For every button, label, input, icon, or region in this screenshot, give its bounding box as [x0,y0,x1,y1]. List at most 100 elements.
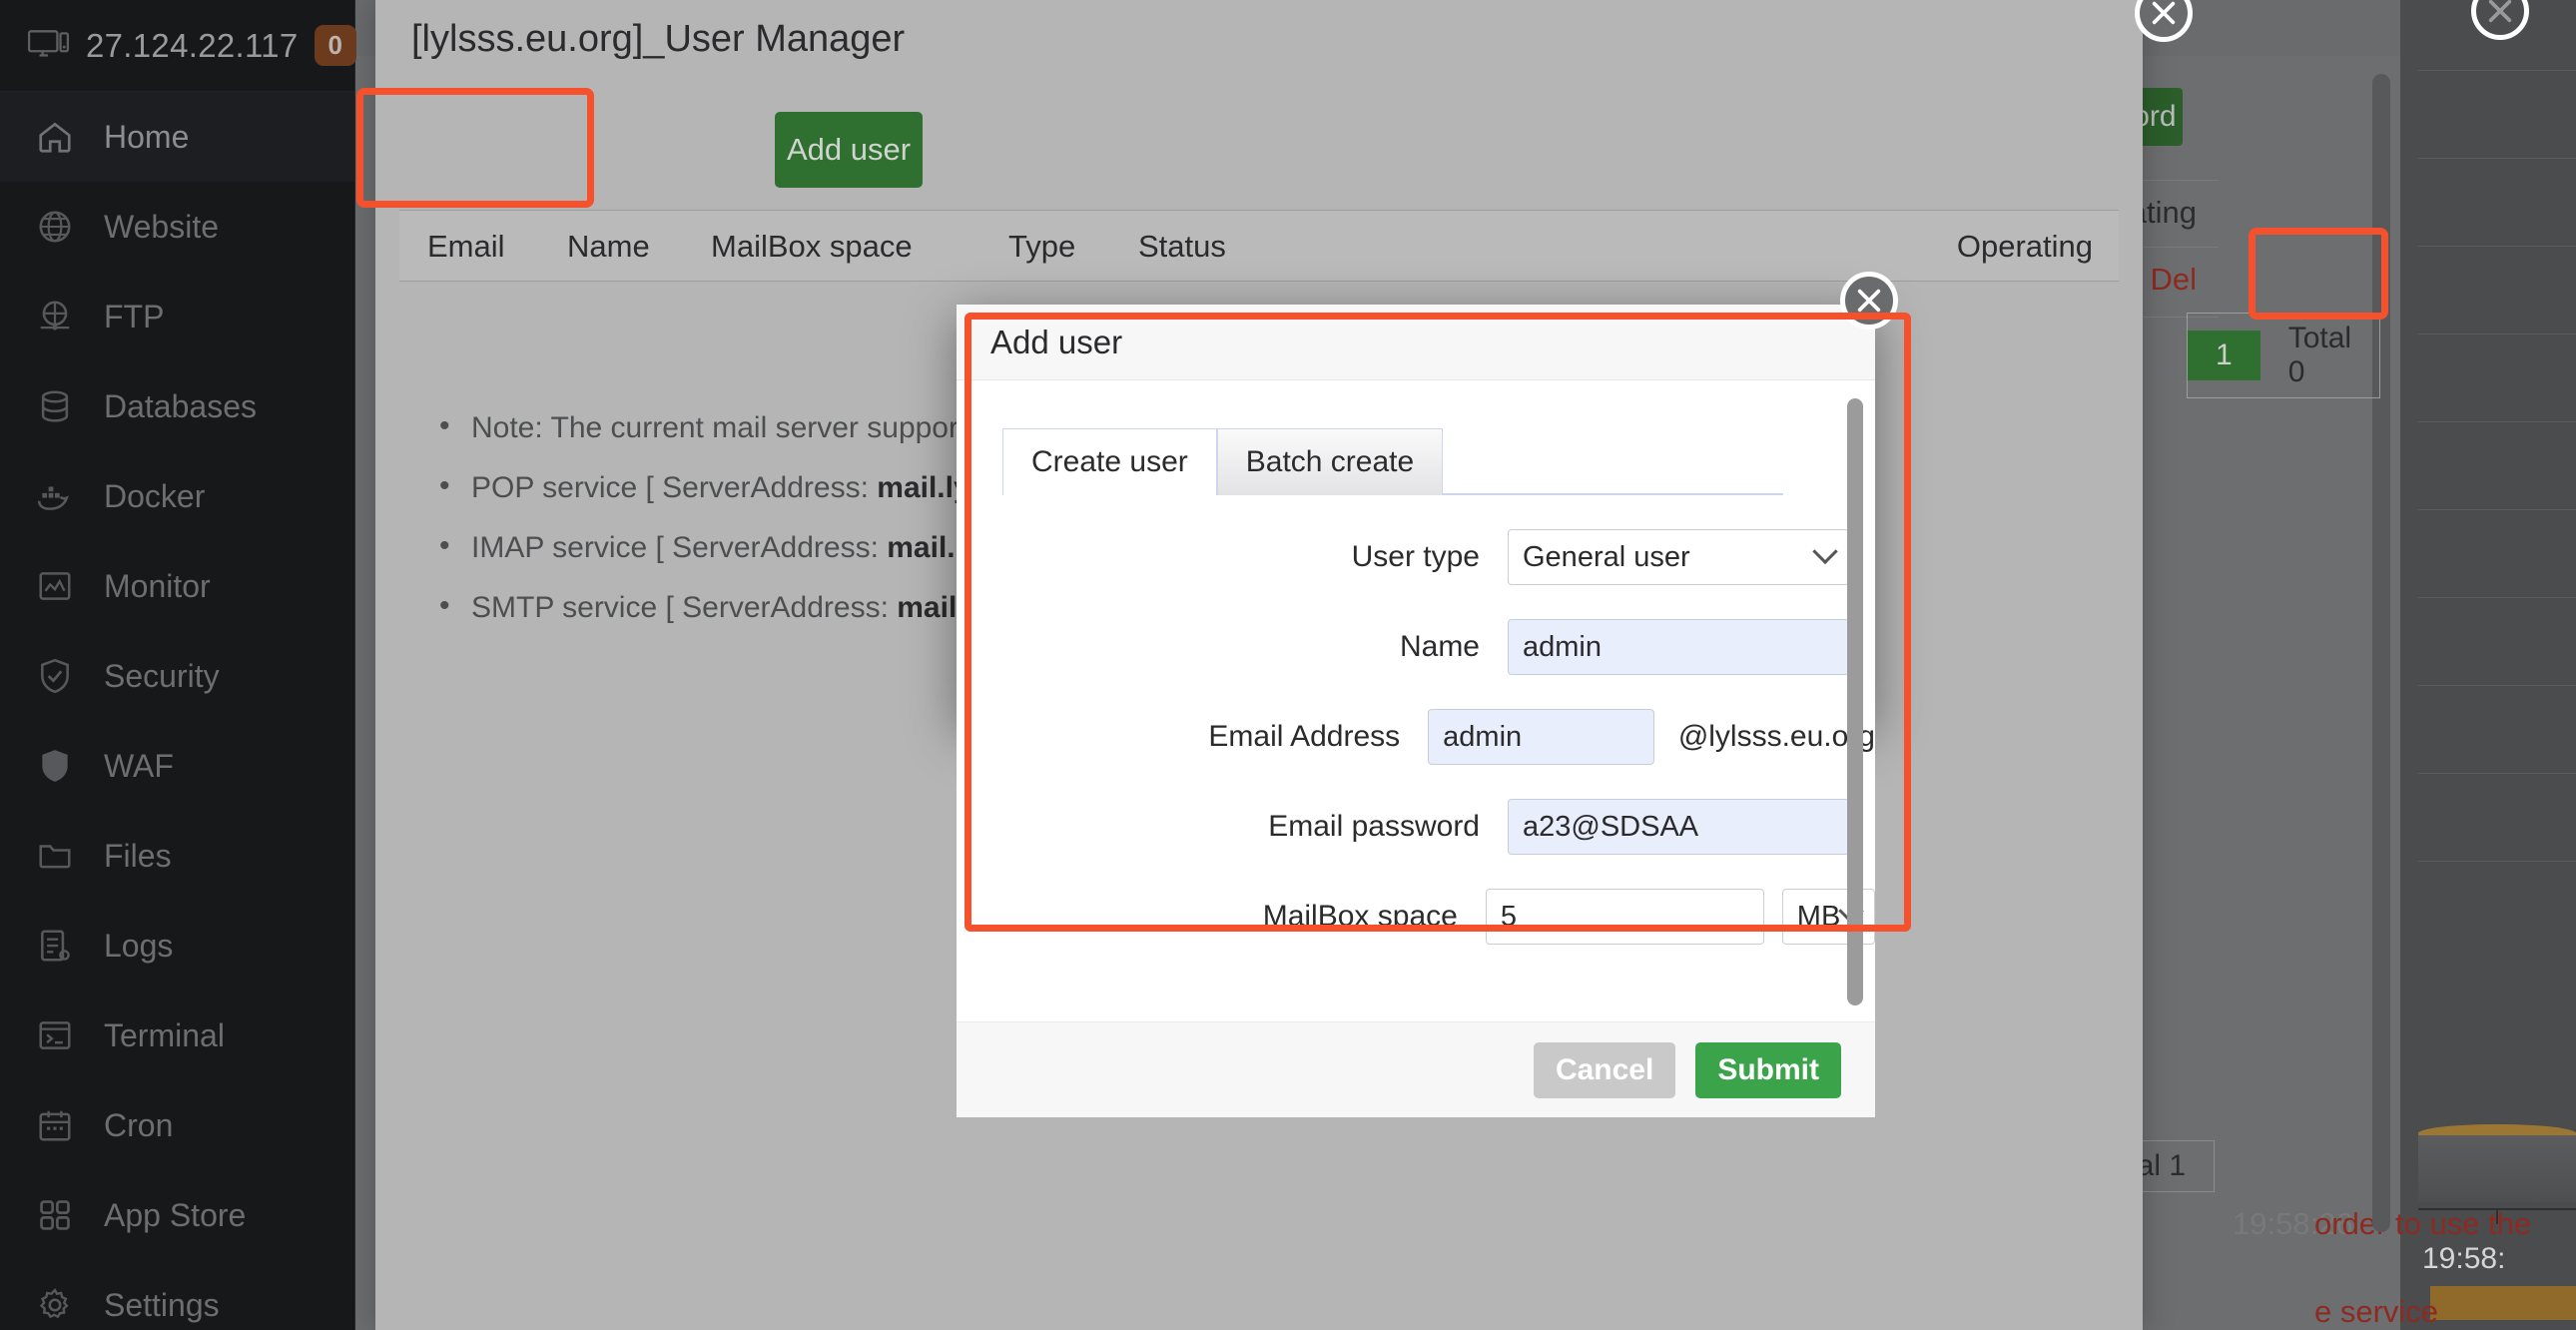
ftp-icon [40,301,70,331]
shield-check-icon [41,658,69,694]
user-type-select[interactable]: General user [1508,529,1849,585]
user-total-count: Total 0 [2287,322,2352,388]
sidebar-item-ftp[interactable]: FTP [0,272,354,361]
sidebar-item-home[interactable]: Home [0,92,354,182]
user-type-value: General user [1523,540,1690,573]
monitor-chart-icon [39,572,71,600]
sidebar-item-website[interactable]: Website [0,182,354,272]
sidebar-item-label: FTP [104,298,165,334]
dialog-tabs: Create user Batch create [957,380,1875,495]
field-row-user-type: User type General user [957,529,1875,585]
background-warning-line-2: e service [2314,1294,2439,1329]
label-email-address: Email Address [1208,720,1401,753]
screen: 19:58: Refresh domain record Operating 3… [0,0,2576,1330]
label-mailbox-space: MailBox space [1262,900,1458,933]
background-warning-line-1: order to use the [2314,1206,2532,1241]
sidebar-item-settings[interactable]: Settings [0,1260,354,1330]
email-address-input[interactable]: admin [1428,709,1654,765]
mailbox-space-input[interactable]: 5 [1485,889,1764,945]
sidebar-item-label: Monitor [104,567,211,604]
dialog-footer: Cancel Submit [957,1021,1875,1117]
background-page-scrollbar[interactable] [2372,74,2390,1232]
background-del-link[interactable]: Del [2150,262,2197,297]
shield-icon [42,750,68,782]
field-row-email: Email Address admin @lylsss.eu.org [957,709,1875,765]
close-icon [1857,289,1881,313]
email-password-input[interactable]: a23@SDSAA [1508,799,1849,855]
email-domain-suffix: @lylsss.eu.org [1677,720,1875,753]
sidebar-item-label: Home [104,118,190,155]
th-mailbox-space: MailBox space [711,229,913,264]
sidebar-item-label: Security [104,657,220,694]
docker-icon [37,486,69,510]
sidebar-item-label: Website [104,208,220,245]
user-table-pagination[interactable]: 1 Total 0 [2187,313,2381,398]
sidebar-item-label: Databases [104,387,257,424]
name-input[interactable]: admin [1508,619,1849,675]
background-dashboard-panel: 19:58: [2400,0,2576,1330]
home-icon [39,122,71,153]
tab-batch-create[interactable]: Batch create [1216,428,1444,495]
chart-x-tick-label: 19:58: [2422,1242,2506,1275]
add-user-button[interactable]: Add user [775,112,923,188]
dialog-header: Add user [957,305,1875,380]
terminal-icon [39,1021,71,1049]
sidebar-item-logs[interactable]: Logs [0,901,354,991]
cancel-button[interactable]: Cancel [1533,1041,1676,1098]
sidebar-item-label: Files [104,837,172,874]
database-icon [41,390,69,422]
gear-icon [39,1288,69,1319]
field-row-mailbox-space: MailBox space 5 MB [957,889,1875,945]
sidebar-header: 27.124.22.117 0 [0,0,356,92]
chevron-down-icon [1812,538,1838,565]
sidebar-item-monitor[interactable]: Monitor [0,541,354,631]
field-row-name: Name admin [957,619,1875,675]
sidebar-item-label: WAF [104,747,174,784]
sidebar-notification-badge: 0 [314,25,356,66]
add-user-dialog: Add user Create user Batch create User t… [957,305,1875,1117]
label-email-password: Email password [1268,810,1480,843]
submit-button[interactable]: Submit [1695,1041,1841,1098]
sidebar-item-label: Docker [104,477,206,514]
sidebar-item-cron[interactable]: Cron [0,1080,354,1170]
chart-legend-swatch [2430,1286,2576,1320]
close-icon [2152,1,2176,25]
field-row-password: Email password a23@SDSAA [957,799,1875,855]
calendar-icon [39,1110,71,1141]
close-icon [2488,0,2512,23]
dialog-title: Add user [990,323,1123,360]
server-monitor-icon [28,29,70,57]
sidebar-item-label: Settings [104,1286,220,1323]
dialog-body: Create user Batch create User type Gener… [957,380,1875,1021]
sidebar-item-app-store[interactable]: App Store [0,1170,354,1260]
chart-area-series [2418,1124,2576,1202]
sidebar-server-ip: 27.124.22.117 [86,26,299,64]
th-name: Name [567,229,650,264]
sidebar-item-label: Logs [104,927,174,964]
label-name: Name [1399,630,1480,663]
sidebar: 27.124.22.117 0 Home Website FTP Databas… [0,0,356,1330]
sidebar-item-terminal[interactable]: Terminal [0,991,354,1080]
tab-create-user[interactable]: Create user [1002,428,1217,495]
sidebar-item-docker[interactable]: Docker [0,451,354,541]
label-user-type: User type [1351,540,1480,573]
mailbox-unit-value: MB [1796,900,1841,933]
sidebar-item-label: Terminal [104,1016,225,1053]
globe-icon [39,211,71,243]
sidebar-item-files[interactable]: Files [0,811,354,901]
sidebar-item-waf[interactable]: WAF [0,721,354,811]
close-add-user-dialog-button[interactable] [1840,272,1898,330]
chart-gridlines [2418,70,2576,1150]
dialog-scrollbar[interactable] [1847,398,1863,1005]
user-table-header: Email Name MailBox space Type Status Ope… [399,210,2119,282]
folder-icon [39,845,71,869]
log-icon [41,930,70,962]
sidebar-item-databases[interactable]: Databases [0,361,354,451]
th-email: Email [427,229,505,264]
th-type: Type [1008,229,1076,264]
sidebar-item-label: Cron [104,1106,174,1143]
grid-icon [40,1200,70,1230]
sidebar-item-security[interactable]: Security [0,631,354,721]
user-page-number[interactable]: 1 [2188,331,2260,380]
user-manager-title: [lylsss.eu.org]_User Manager [411,18,906,60]
